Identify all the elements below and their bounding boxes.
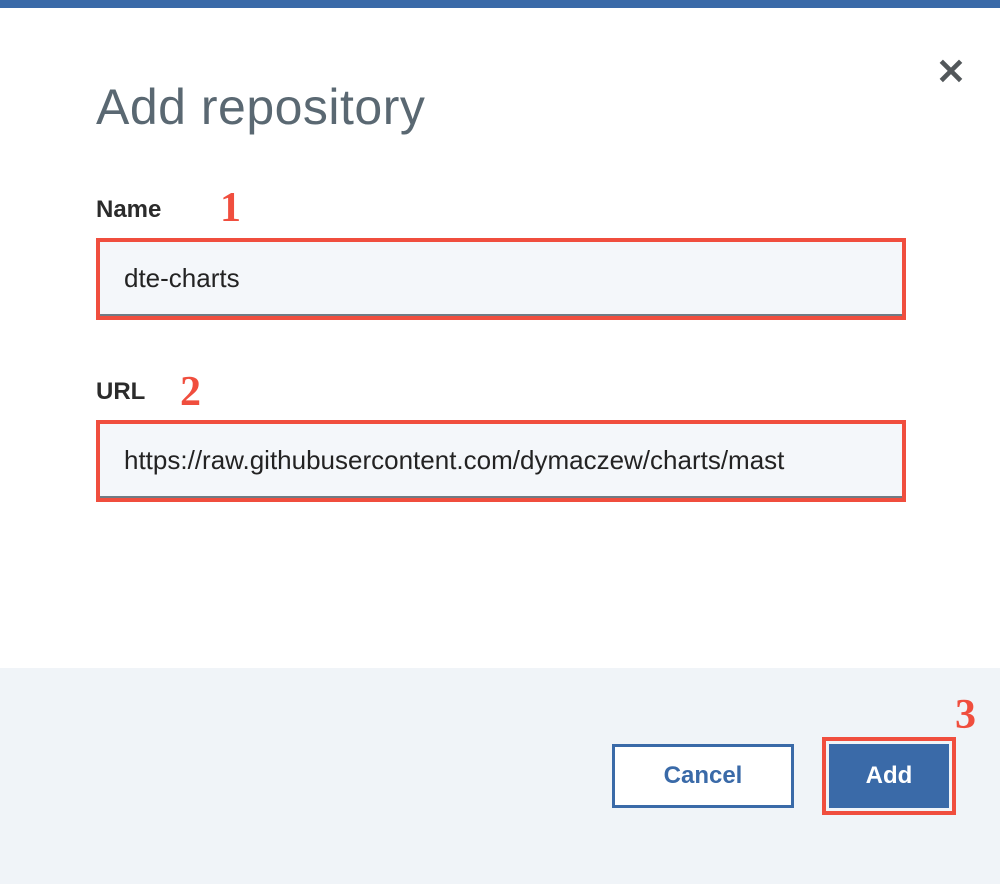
form-group-url: URL 2 [96, 378, 904, 502]
add-button[interactable]: Add [829, 744, 949, 808]
name-label: Name [96, 196, 904, 224]
name-input[interactable] [100, 242, 902, 316]
modal-footer: Cancel 3 Add [0, 668, 1000, 884]
annotation-3: 3 [955, 691, 976, 739]
modal-title: Add repository [96, 78, 904, 136]
form-group-name: Name 1 [96, 196, 904, 320]
name-input-highlight: 1 [96, 238, 906, 320]
annotation-2: 2 [180, 368, 201, 416]
top-accent-bar [0, 0, 1000, 8]
url-input[interactable] [100, 424, 902, 498]
modal-body: ✕ Add repository Name 1 URL 2 [0, 8, 1000, 668]
url-input-highlight: 2 [96, 420, 906, 502]
cancel-button[interactable]: Cancel [612, 744, 794, 808]
add-button-highlight: 3 Add [822, 737, 956, 815]
annotation-1: 1 [220, 184, 241, 232]
url-label: URL [96, 378, 904, 406]
close-button[interactable]: ✕ [936, 54, 966, 90]
